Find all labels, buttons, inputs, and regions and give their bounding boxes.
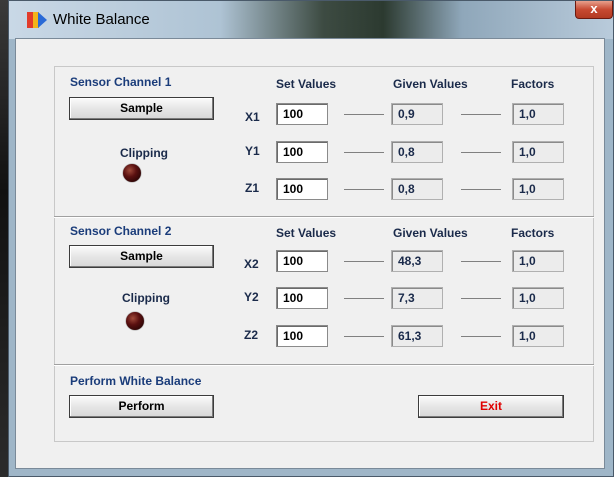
factor-z1: 1,0 xyxy=(512,178,564,200)
exit-button[interactable]: Exit xyxy=(418,395,564,418)
clipping-label-2: Clipping xyxy=(122,291,170,305)
axis-label: X1 xyxy=(245,110,260,124)
close-button[interactable]: x xyxy=(575,1,613,19)
axis-label: Y1 xyxy=(245,144,260,158)
perform-button[interactable]: Perform xyxy=(69,395,214,418)
set-value-input-y1[interactable]: 100 xyxy=(276,141,328,163)
axis-label: Z1 xyxy=(245,181,260,195)
connector-line xyxy=(461,152,501,153)
given-values-header-2: Given Values xyxy=(393,226,468,240)
factor-z2: 1,0 xyxy=(512,325,564,347)
given-value-y1: 0,8 xyxy=(391,141,443,163)
factor-x2: 1,0 xyxy=(512,250,564,272)
given-value-z1: 0,8 xyxy=(391,178,443,200)
connector-line xyxy=(344,336,384,337)
set-value-input-y2[interactable]: 100 xyxy=(276,287,328,309)
given-value-x2: 48,3 xyxy=(391,250,443,272)
connector-line xyxy=(461,298,501,299)
connector-line xyxy=(461,189,501,190)
factor-y2: 1,0 xyxy=(512,287,564,309)
connector-line xyxy=(344,261,384,262)
given-values-header-1: Given Values xyxy=(393,77,468,91)
set-value-input-x2[interactable]: 100 xyxy=(276,250,328,272)
clipping-indicator-icon-2 xyxy=(126,312,144,330)
connector-line xyxy=(344,152,384,153)
set-values-header-1: Set Values xyxy=(276,77,337,91)
clipping-indicator-icon-1 xyxy=(123,164,141,182)
clipping-label-1: Clipping xyxy=(120,146,168,160)
connector-line xyxy=(461,336,501,337)
connector-line xyxy=(344,298,384,299)
given-value-x1: 0,9 xyxy=(391,103,443,125)
factors-header-2: Factors xyxy=(511,226,555,240)
set-value-input-z2[interactable]: 100 xyxy=(276,325,328,347)
set-value-input-z1[interactable]: 100 xyxy=(276,178,328,200)
axis-label: Y2 xyxy=(244,290,259,304)
connector-line xyxy=(461,261,501,262)
axis-label: Z2 xyxy=(244,328,259,342)
perform-white-balance-title: Perform White Balance xyxy=(70,374,202,388)
sample-button-channel-2[interactable]: Sample xyxy=(69,245,214,268)
sample-button-channel-1[interactable]: Sample xyxy=(69,97,214,120)
connector-line xyxy=(461,114,501,115)
set-values-header-2: Set Values xyxy=(276,226,337,240)
set-value-input-x1[interactable]: 100 xyxy=(276,103,328,125)
sensor-channel-1-title: Sensor Channel 1 xyxy=(70,75,172,89)
title-bar[interactable]: White Balance x xyxy=(9,1,613,39)
section-divider-1 xyxy=(54,216,594,218)
given-value-z2: 61,3 xyxy=(391,325,443,347)
connector-line xyxy=(344,189,384,190)
axis-label: X2 xyxy=(244,257,259,271)
factor-x1: 1,0 xyxy=(512,103,564,125)
section-divider-2 xyxy=(54,364,594,366)
sensor-channel-2-title: Sensor Channel 2 xyxy=(70,224,172,238)
factor-y1: 1,0 xyxy=(512,141,564,163)
factors-header-1: Factors xyxy=(511,77,555,91)
connector-line xyxy=(344,114,384,115)
window-title: White Balance xyxy=(53,11,150,28)
app-logo-icon xyxy=(27,12,47,28)
given-value-y2: 7,3 xyxy=(391,287,443,309)
